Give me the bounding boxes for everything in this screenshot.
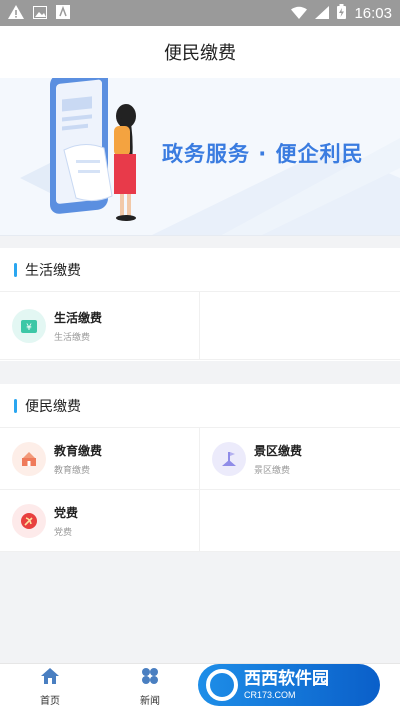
item-subtitle: 党费 <box>54 527 73 538</box>
grid-icon <box>140 667 160 689</box>
title-bar: 便民缴费 <box>0 26 400 78</box>
home-icon <box>40 667 60 689</box>
item-subtitle: 景区缴费 <box>254 465 291 476</box>
banner-slogan: 政务服务 · 便企利民 <box>162 142 364 166</box>
grid-item-empty <box>200 292 400 360</box>
warning-icon <box>8 4 24 23</box>
page-title: 便民缴费 <box>164 43 236 64</box>
wifi-icon <box>291 4 308 23</box>
grid-item-scenic-payment[interactable]: 景区缴费 景区缴费 <box>200 428 400 490</box>
section-life-payment: 生活缴费 ¥ 生活缴费 生活缴费 <box>0 248 400 361</box>
image-icon <box>33 4 47 23</box>
scenic-icon <box>212 441 246 476</box>
svg-text:¥: ¥ <box>26 323 32 333</box>
tab-news[interactable]: 新闻 <box>100 664 200 710</box>
party-emblem-icon <box>12 503 46 538</box>
watermark-brand: 西西软件园 <box>244 668 329 689</box>
section-title: 生活缴费 <box>25 262 81 279</box>
item-name: 教育缴费 <box>54 443 103 458</box>
banner[interactable]: 政务服务 · 便企利民 <box>0 78 400 236</box>
grid-item-life-payment[interactable]: ¥ 生活缴费 生活缴费 <box>0 292 200 360</box>
section-accent-bar <box>14 262 17 277</box>
watermark-domain: CR173.COM <box>244 689 296 700</box>
tab-label: 首页 <box>40 696 60 707</box>
clock: 16:03 <box>354 4 392 22</box>
app-notification-icon <box>56 4 70 23</box>
item-subtitle: 生活缴费 <box>54 332 91 343</box>
item-name: 党费 <box>54 505 79 520</box>
signal-icon <box>315 4 330 23</box>
yen-card-icon: ¥ <box>12 308 46 343</box>
item-subtitle: 教育缴费 <box>54 465 91 476</box>
grid-item-education-payment[interactable]: 教育缴费 教育缴费 <box>0 428 200 490</box>
grid-item-empty <box>200 490 400 552</box>
item-name: 景区缴费 <box>254 443 303 458</box>
tab-label: 新闻 <box>140 696 160 707</box>
status-bar: 16:03 <box>0 0 400 26</box>
section-accent-bar <box>14 398 17 413</box>
school-icon <box>12 441 46 476</box>
section-title: 便民缴费 <box>25 398 81 415</box>
tab-home[interactable]: 首页 <box>0 664 100 710</box>
grid-item-party-fee[interactable]: 党费 党费 <box>0 490 200 552</box>
battery-icon <box>337 3 347 23</box>
section-header: 生活缴费 <box>0 248 400 292</box>
item-name: 生活缴费 <box>54 310 103 325</box>
watermark-logo: 西西软件园 CR173.COM <box>198 664 380 706</box>
section-convenience-payment: 便民缴费 教育缴费 教育缴费 景区缴费 景区缴费 党费 党费 <box>0 384 400 552</box>
watermark-c-icon <box>206 669 238 701</box>
section-header: 便民缴费 <box>0 384 400 428</box>
